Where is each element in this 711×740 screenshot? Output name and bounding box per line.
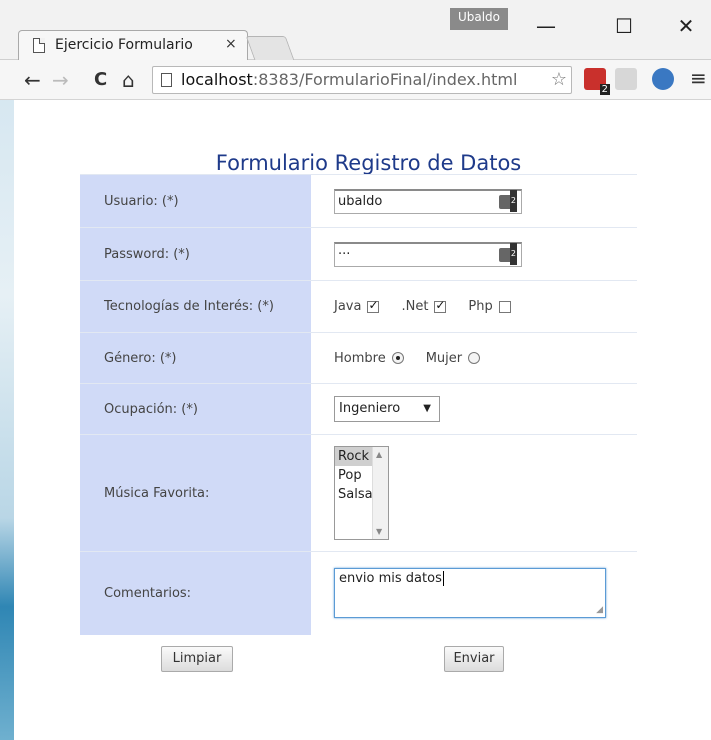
password-manager-icon[interactable] <box>499 189 517 212</box>
profile-badge[interactable]: Ubaldo <box>450 8 508 30</box>
tecnologias-label: Tecnologías de Interés: (*) <box>80 280 311 333</box>
net-checkbox[interactable] <box>434 298 447 313</box>
tab-title: Ejercicio Formulario <box>55 37 193 53</box>
new-tab-button[interactable] <box>245 36 295 60</box>
password-input[interactable]: ··· <box>334 241 522 267</box>
home-icon[interactable]: ⌂ <box>122 68 135 92</box>
browser-tab[interactable]: Ejercicio Formulario × <box>18 30 248 60</box>
registration-form: Usuario: (*) ubaldo Password: (*) ··· <box>80 174 637 635</box>
menu-icon[interactable]: ≡ <box>690 66 707 90</box>
mujer-label: Mujer <box>425 350 463 366</box>
page-icon <box>161 73 172 87</box>
listbox-scrollbar[interactable]: ▲ ▼ <box>372 447 388 539</box>
cube-extension-icon[interactable] <box>652 68 674 90</box>
form-row-tecnologias: Tecnologías de Interés: (*) Java .Net Php <box>80 280 637 333</box>
musica-label: Música Favorita: <box>80 434 311 552</box>
form-title: Formulario Registro de Datos <box>215 151 522 175</box>
maximize-icon[interactable]: ☐ <box>604 14 644 38</box>
reload-icon[interactable]: C <box>94 69 107 90</box>
browser-titlebar: Ejercicio Formulario × Ubaldo — ☐ ✕ <box>0 0 711 60</box>
address-bar[interactable]: localhost:8383/FormularioFinal/index.htm… <box>152 66 572 94</box>
musica-listbox[interactable]: Rock Pop Salsa ▲ ▼ <box>334 446 389 540</box>
scroll-up-icon[interactable]: ▲ <box>376 450 382 459</box>
musica-option-rock[interactable]: Rock <box>335 447 373 466</box>
usuario-value: ubaldo <box>338 193 383 209</box>
mujer-radio[interactable] <box>468 352 481 364</box>
scroll-down-icon[interactable]: ▼ <box>376 527 382 536</box>
ocupacion-label: Ocupación: (*) <box>80 383 311 435</box>
password-label: Password: (*) <box>80 227 311 281</box>
form-row-ocupacion: Ocupación: (*) Ingeniero ▼ <box>80 383 637 435</box>
form-row-usuario: Usuario: (*) ubaldo <box>80 174 637 228</box>
form-row-password: Password: (*) ··· <box>80 227 637 281</box>
tab-close-icon[interactable]: × <box>225 36 237 52</box>
forward-icon[interactable]: → <box>52 68 69 92</box>
net-label: .Net <box>401 299 429 314</box>
minimize-icon[interactable]: — <box>526 14 566 38</box>
comentarios-label: Comentarios: <box>80 551 311 635</box>
musica-option-pop[interactable]: Pop <box>335 466 373 485</box>
comentarios-value: envio mis datos <box>339 571 442 587</box>
enviar-button[interactable]: Enviar <box>444 646 504 672</box>
page-icon <box>33 38 45 53</box>
php-checkbox[interactable] <box>498 300 511 313</box>
back-icon[interactable]: ← <box>24 68 41 92</box>
hombre-label: Hombre <box>334 350 386 366</box>
close-window-icon[interactable]: ✕ <box>666 14 706 38</box>
php-label: Php <box>468 299 493 314</box>
form-row-genero: Género: (*) Hombre Mujer <box>80 332 637 384</box>
text-cursor <box>442 571 444 587</box>
page-content: Formulario Registro de Datos Usuario: (*… <box>14 101 711 740</box>
dropdown-arrow-icon: ▼ <box>423 403 431 414</box>
comentarios-textarea[interactable]: envio mis datos ◢ <box>334 568 606 619</box>
bookmark-star-icon[interactable]: ☆ <box>551 69 567 90</box>
password-value: ··· <box>338 246 351 262</box>
password-manager-icon[interactable] <box>499 242 517 265</box>
musica-option-salsa[interactable]: Salsa <box>335 485 373 504</box>
extension-red-icon[interactable] <box>584 68 610 95</box>
resize-grip-icon[interactable]: ◢ <box>596 605 603 615</box>
camera-extension-icon[interactable] <box>615 68 637 90</box>
limpiar-button[interactable]: Limpiar <box>161 646 233 672</box>
ocupacion-value: Ingeniero <box>339 401 401 416</box>
form-row-comentarios: Comentarios: envio mis datos ◢ <box>80 551 637 635</box>
java-label: Java <box>334 299 362 314</box>
usuario-label: Usuario: (*) <box>80 174 311 228</box>
hombre-radio[interactable] <box>391 352 404 364</box>
form-row-musica: Música Favorita: Rock Pop Salsa ▲ ▼ <box>80 434 637 552</box>
java-checkbox[interactable] <box>367 298 380 313</box>
browser-window: Ejercicio Formulario × Ubaldo — ☐ ✕ ← → … <box>0 0 711 740</box>
ocupacion-select[interactable]: Ingeniero ▼ <box>334 396 440 422</box>
genero-label: Género: (*) <box>80 332 311 384</box>
url-text: localhost:8383/FormularioFinal/index.htm… <box>181 70 518 89</box>
usuario-input[interactable]: ubaldo <box>334 188 522 214</box>
